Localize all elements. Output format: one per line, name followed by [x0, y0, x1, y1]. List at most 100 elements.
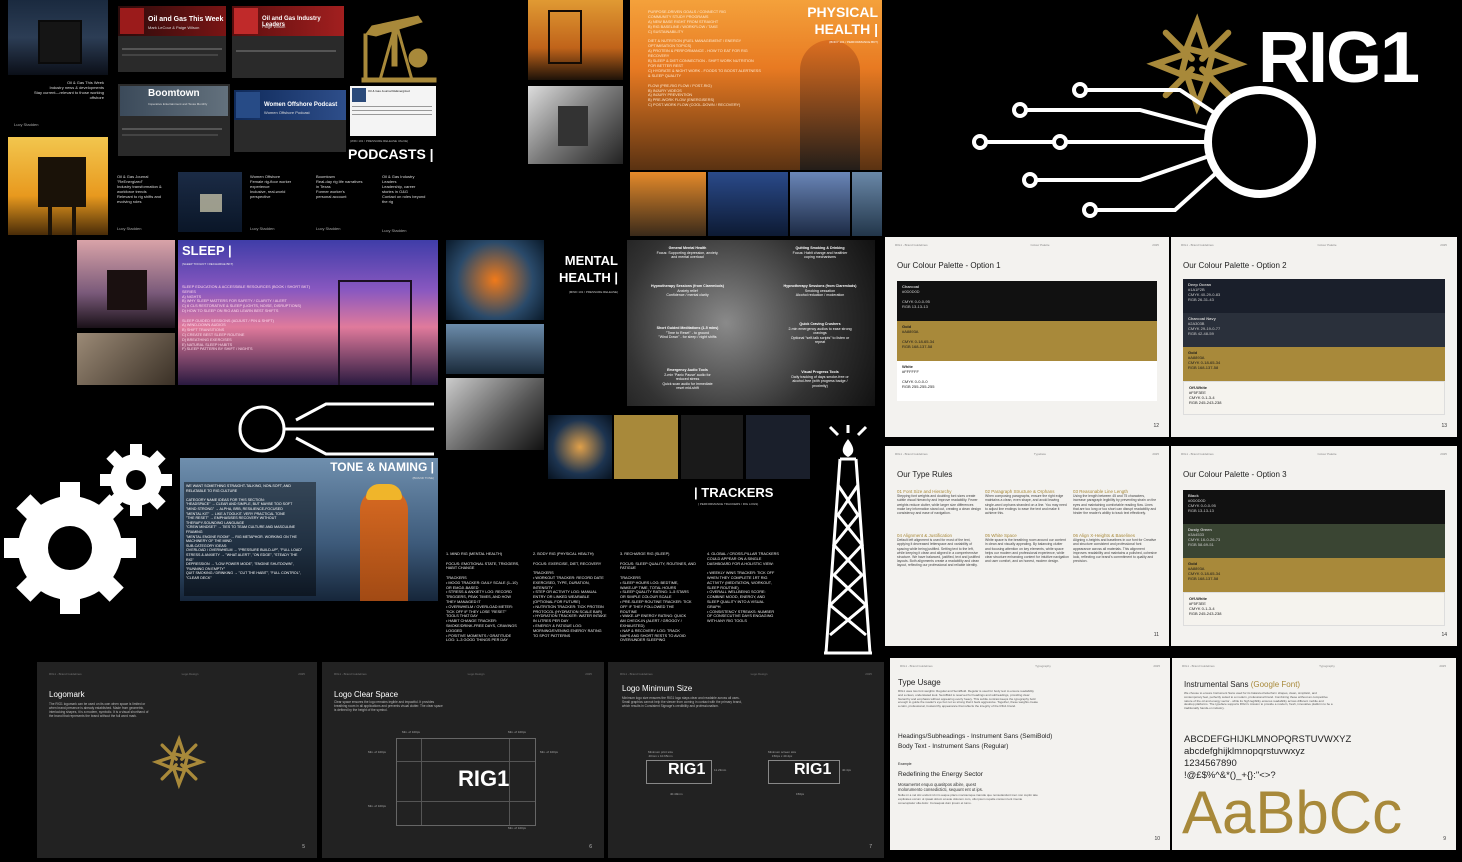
podcasts-heading: PODCASTS |	[348, 146, 434, 162]
tone-body: WE WANT SOMETHING STRAIGHT-TALKING, NON-…	[186, 484, 303, 580]
podcast-note-3: Women Offshore Female rig-floor worker e…	[250, 174, 292, 199]
alphabet-upper: ABCDEFGHIJKLMNOPQRSTUVWXYZ	[1184, 734, 1352, 745]
tone-heading: TONE & NAMING |	[330, 460, 434, 474]
podcast-author: Lucy Stadden	[250, 226, 275, 231]
page-number: 13	[1441, 423, 1447, 429]
podcast-author: Lucy Stadden	[14, 122, 39, 127]
example-heading: Redefining the Energy Sector	[898, 771, 983, 778]
mental-heading: MENTAL HEALTH |	[558, 253, 618, 285]
guide-text: Minimum logo size ensures the RIG1 logo …	[622, 696, 742, 708]
type-rule: 03 Reasonable Line Length Using the lengt…	[1073, 489, 1157, 516]
circle-connector-graphic	[238, 402, 434, 456]
swatch-deep-ocean: Deep Ocean #1A1F2B CMYK 40-29-0-83 RGB 26…	[1183, 279, 1445, 313]
podcast-card-boomtown[interactable]: Boomtown Imperative Entertainment and Te…	[118, 84, 230, 156]
guide-page-type-usage: RIG1 - Brand Guidelines Typography 2025 Ty…	[890, 658, 1170, 850]
swatch-dusty-green: Dusty Green #3A4533 CMYK 16-0-26-73 RGB 5…	[1183, 524, 1445, 558]
guide-text: RIG1 uses two font weights: Regular and …	[898, 689, 1038, 709]
min-size-label: Minimum print size 40mm x 10.65mm	[648, 750, 674, 758]
alphabet-lower: abcdefghijklmnopqrstuvwxyz	[1184, 746, 1305, 757]
guide-title: Our Type Rules	[897, 470, 953, 479]
page-number: 5	[302, 844, 305, 850]
guide-text: We choose to ensure Instrument Sans used…	[1184, 691, 1333, 711]
podcast-subtitle: Women Offshore Podcast	[264, 110, 310, 115]
type-rule: 04 Alignment & Justification Default left…	[897, 533, 980, 568]
podcast-card-industry-leaders[interactable]: Oil and Gas Industry Leaders Paige Wilso…	[232, 6, 344, 78]
guide-title: Logo Clear Space	[334, 690, 399, 699]
podcast-note-1: Oil & Gas This Week Industry news & deve…	[33, 80, 104, 100]
tracker-swatch-charcoal	[681, 415, 743, 479]
pumpjack-icon	[361, 15, 437, 83]
trackers-heading: | TRACKERS	[694, 485, 774, 500]
mental-photo-3	[446, 378, 544, 450]
physical-photo-2	[528, 86, 623, 164]
podcast-note-4: Boomtown Real-day rig life narratives in…	[316, 174, 363, 199]
tracker-column-3: 3. RECHARGE RIG (SLEEP) FOCUS: SLEEP QUA…	[620, 552, 697, 643]
tracker-swatch-photo	[548, 415, 612, 479]
guide-text: The RIG1 logomark can be used on its own…	[49, 702, 149, 718]
podcast-card-oilgas-this-week[interactable]: Oil and Gas This Week Mark LeCour & Paig…	[118, 6, 226, 72]
mental-photo-1	[446, 240, 544, 320]
type-rule: 01 Font Size and Hierarchy Stepping font …	[897, 489, 981, 516]
digits: 1234567890	[1184, 758, 1237, 769]
podcast-author: Lucy Stadden	[316, 226, 341, 231]
clear-space-label: Min. of 100px	[368, 750, 387, 754]
podcast-author: Lucy Stadden	[117, 226, 142, 231]
podcast-title: Boomtown	[148, 88, 200, 99]
physical-tag: (BODY 101 / PERFORMANCE BKT)	[829, 40, 878, 44]
mental-item-6: Quick Craving Crushers 2-min emergency au…	[788, 322, 852, 345]
podcast-card-women-offshore[interactable]: Women Offshore Podcast Women Offshore Po…	[234, 90, 346, 152]
clear-space-wordmark: RIG1	[458, 766, 510, 791]
guide-title: Our Colour Palette - Option 3	[1183, 470, 1287, 479]
guide-title: Instrumental Sans (Google Font)	[1184, 680, 1301, 689]
example-body: Nulla mi a nel stic endunt id nim auque …	[898, 793, 1038, 805]
physical-strip-1	[630, 172, 706, 236]
guide-page-logomark: RIG1 - Brand Guidelines Logo Design 2025 L…	[37, 662, 317, 858]
physical-strip-3	[790, 172, 850, 236]
min-size-label: 11.23mm	[714, 768, 727, 772]
podcast-card-ogj[interactable]: Oil & Gas Journal ReEnergized	[350, 86, 436, 136]
mental-photo-2	[446, 324, 544, 374]
clear-space-label: Min. of 100px	[508, 826, 527, 830]
tracker-column-4: 4. GLOBAL / CROSS-PILLAR TRACKERS COULD …	[707, 552, 779, 624]
page-number: 10	[1154, 836, 1160, 842]
podcast-title: Women Offshore Podcast	[264, 102, 338, 108]
guide-text: Clear space ensures the logo remains leg…	[334, 700, 443, 712]
clear-space-label: Min. of 100px	[368, 804, 387, 808]
rig-sunset-photo	[8, 137, 108, 235]
swatch-black: Black #0D0D0D CMYK 0-0-0-95 RGB 13-13-13	[1183, 490, 1445, 524]
mental-item-2: Quitting Smoking & Drinking Focus: Habit …	[792, 246, 848, 260]
min-size-label: 40.49mm	[670, 792, 683, 796]
mental-item-4: Hypnotherapy Sessions (from Claremlods) S…	[783, 284, 857, 298]
clear-space-label: Min. of 100px	[508, 730, 527, 734]
podcast-title: Oil & Gas Journal ReEnergized	[368, 89, 410, 93]
guide-page-colour-1: RIG1 - Brand Guidelines Colour Palette 202…	[885, 237, 1169, 437]
guide-page-colour-2: RIG1 - Brand Guidelines Colour Palette 202…	[1171, 237, 1457, 437]
podcast-cover	[234, 8, 258, 34]
swatch-white: White #FFFFFF CMYK 0-0-0-0 RGB 255-255-25…	[897, 361, 1157, 401]
podcast-cover	[120, 8, 144, 34]
type-rule: 05 White Space White space is the breathi…	[985, 533, 1069, 564]
swatch-charcoal: Charcoal #0D0D0D CMYK 0-0-0-95 RGB 13-13-…	[897, 281, 1157, 321]
podcast-subtitle: Paige Wilson	[262, 24, 286, 29]
mental-item-7: Emergency Audio Tools 2-min 'Panic Pause'…	[662, 368, 713, 391]
clear-space-label: Min. of 100px	[402, 730, 421, 734]
physical-body: PURPOSE-DRIVEN GOALS / CONNECT RIG COMMU…	[648, 10, 761, 108]
tone-tag: (BRAND TONE)	[412, 476, 434, 480]
physical-heading: PHYSICAL HEALTH |	[807, 4, 878, 37]
mental-item-3: Hypnotherapy Sessions (from Claremlods) A…	[651, 284, 724, 298]
example-subheading: Mosamertet enquo quasitpos albire, quest…	[898, 782, 983, 793]
swatch-gold: Gold #A8893A CMYK 0-18-65-34 RGB 168-137-…	[897, 321, 1157, 361]
min-size-label: 40.4px	[842, 768, 852, 772]
guide-title: Our Colour Palette - Option 2	[1183, 261, 1287, 270]
tracker-column-2: 2. BODY RIG (PHYSICAL HEALTH) FOCUS: EXE…	[533, 552, 607, 638]
podcast-title: Oil and Gas This Week	[148, 16, 224, 23]
tracker-swatch-gold	[614, 415, 678, 479]
podcast-subtitle: Imperative Entertainment and Texas Month…	[148, 102, 208, 106]
sleep-heading: SLEEP |	[182, 243, 232, 258]
circuit-graphic	[972, 82, 1316, 218]
logomark-icon	[151, 734, 207, 790]
min-size-label: 150px	[796, 792, 805, 796]
sleep-photo-1	[77, 240, 175, 328]
tracker-column-1: 1. MIND RIG (MENTAL HEALTH) FOCUS: EMOTI…	[446, 552, 520, 643]
page-number: 9	[1443, 836, 1446, 842]
